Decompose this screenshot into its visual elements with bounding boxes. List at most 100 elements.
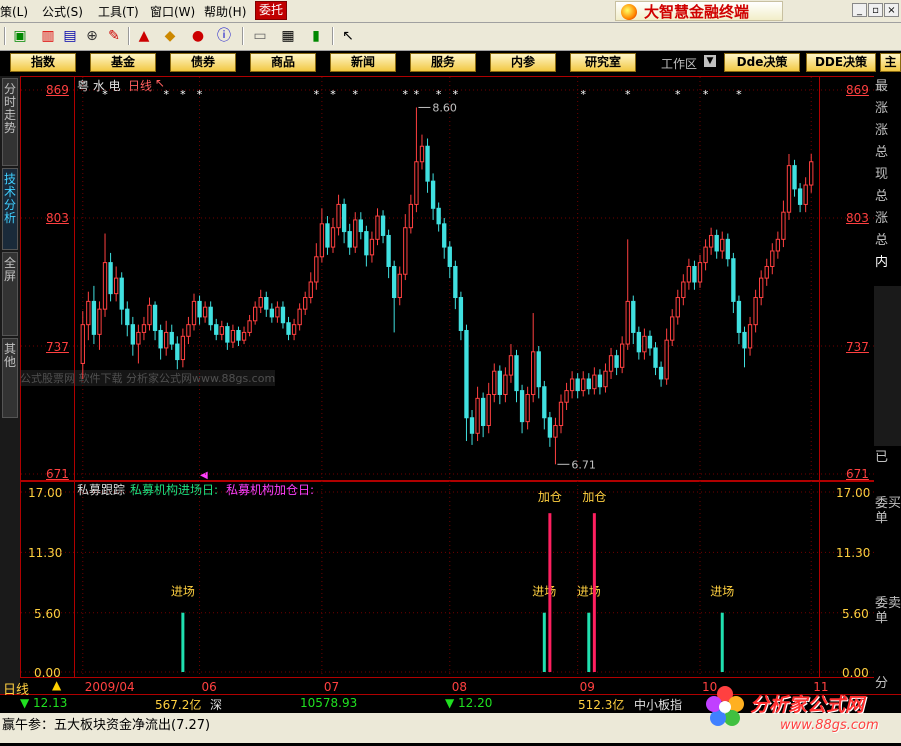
star-marker: * — [414, 88, 420, 101]
star-marker: * — [180, 88, 186, 101]
candle-up — [503, 374, 508, 395]
candle-up — [564, 390, 569, 403]
low-label: 6.71 — [571, 458, 596, 471]
candle-down — [519, 390, 525, 423]
candle-down — [364, 231, 369, 256]
candle-down — [197, 300, 202, 318]
candle-up — [759, 277, 764, 299]
candle-up — [697, 262, 703, 283]
site-watermark: 分析家公式网 www.88gs.com — [700, 680, 900, 743]
candle-up — [297, 308, 302, 326]
rp-label: 总 — [875, 233, 889, 248]
candle-up — [219, 326, 224, 335]
candle-up — [414, 161, 419, 205]
star-marker: * — [330, 88, 336, 101]
rp-label: 涨 — [875, 101, 889, 116]
candle-down — [325, 223, 330, 248]
candle-up — [592, 374, 597, 390]
candle-up — [569, 378, 575, 392]
watermark-text: 分析家公式网 — [750, 694, 865, 716]
entry-label: 进场 — [532, 585, 556, 599]
add-label: 加仓 — [582, 490, 606, 504]
rp-buy-orders: 委买单 — [875, 496, 901, 526]
candle-down — [536, 351, 541, 388]
rp-scroll-area[interactable] — [874, 286, 901, 446]
candle-up — [258, 297, 263, 308]
candle-down — [169, 331, 174, 345]
rp-label: 最 — [875, 79, 889, 94]
candle-up — [113, 277, 119, 295]
candle-down — [430, 180, 436, 209]
candle-down — [91, 300, 97, 335]
right-info-panel: 最 涨 涨 总 现 总 涨 总 内 已 委买单 委卖单 分 — [874, 76, 901, 696]
board-label: 中小板指 — [634, 698, 683, 712]
news-headline[interactable]: 赢午参：五大板块资金净流出(7.27) — [2, 714, 210, 733]
candle-up — [97, 308, 102, 335]
candle-down — [386, 234, 391, 267]
candle-up — [186, 324, 191, 337]
candle-down — [736, 300, 742, 333]
candle-up — [664, 339, 669, 380]
candle-up — [619, 343, 625, 368]
star-marker: * — [436, 88, 442, 101]
candle-up — [703, 246, 708, 264]
candle-down — [614, 355, 619, 368]
candle-down — [347, 231, 352, 248]
add-bar — [592, 513, 596, 672]
candle-down — [575, 378, 580, 392]
candle-down — [792, 165, 797, 190]
rp-sell-orders: 委卖单 — [875, 596, 901, 626]
candle-up — [531, 351, 536, 395]
sh-index: 12.13 — [33, 696, 68, 710]
candle-up — [375, 215, 380, 240]
add-bar — [548, 513, 552, 672]
star-marker: * — [625, 88, 631, 101]
candle-down — [514, 355, 519, 392]
candle-up — [330, 227, 336, 248]
candle-down — [742, 331, 747, 349]
candle-down — [358, 219, 363, 233]
candle-up — [164, 331, 169, 349]
candle-up — [102, 262, 108, 310]
candle-up — [319, 223, 325, 258]
x-tick-label: 07 — [324, 680, 339, 694]
candle-up — [558, 401, 564, 427]
candle-down — [586, 378, 591, 390]
star-marker: * — [736, 88, 742, 101]
candle-down — [653, 347, 658, 368]
candle-down — [447, 246, 452, 267]
candle-down — [714, 234, 719, 252]
candle-down — [380, 215, 386, 236]
candle-down — [125, 308, 130, 326]
candle-down — [208, 306, 213, 326]
period-up-icon[interactable]: ▲ — [52, 678, 61, 692]
candle-down — [130, 324, 135, 345]
entry-label: 进场 — [577, 585, 601, 599]
entry-bar — [181, 612, 185, 672]
candle-down — [152, 304, 158, 331]
x-tick-label: 06 — [202, 680, 217, 694]
candle-up — [608, 355, 614, 372]
candle-up — [191, 300, 197, 326]
candle-down — [436, 207, 441, 225]
candle-up — [508, 355, 514, 376]
candle-up — [670, 316, 675, 341]
candle-up — [230, 329, 236, 343]
candle-down — [269, 308, 275, 318]
candle-up — [764, 265, 769, 279]
entry-label: 进场 — [710, 585, 734, 599]
candle-down — [480, 397, 486, 427]
candle-up — [770, 250, 775, 267]
candle-up — [809, 161, 814, 186]
candle-down — [647, 335, 653, 349]
candle-down — [425, 145, 430, 182]
candle-down — [119, 277, 124, 310]
candle-up — [720, 238, 725, 252]
star-marker: * — [163, 88, 169, 101]
candle-down — [286, 322, 291, 335]
candle-up — [275, 306, 280, 318]
candle-up — [681, 281, 686, 299]
candle-down — [725, 238, 730, 260]
entry-label: 进场 — [171, 585, 195, 599]
candle-down — [108, 262, 113, 295]
